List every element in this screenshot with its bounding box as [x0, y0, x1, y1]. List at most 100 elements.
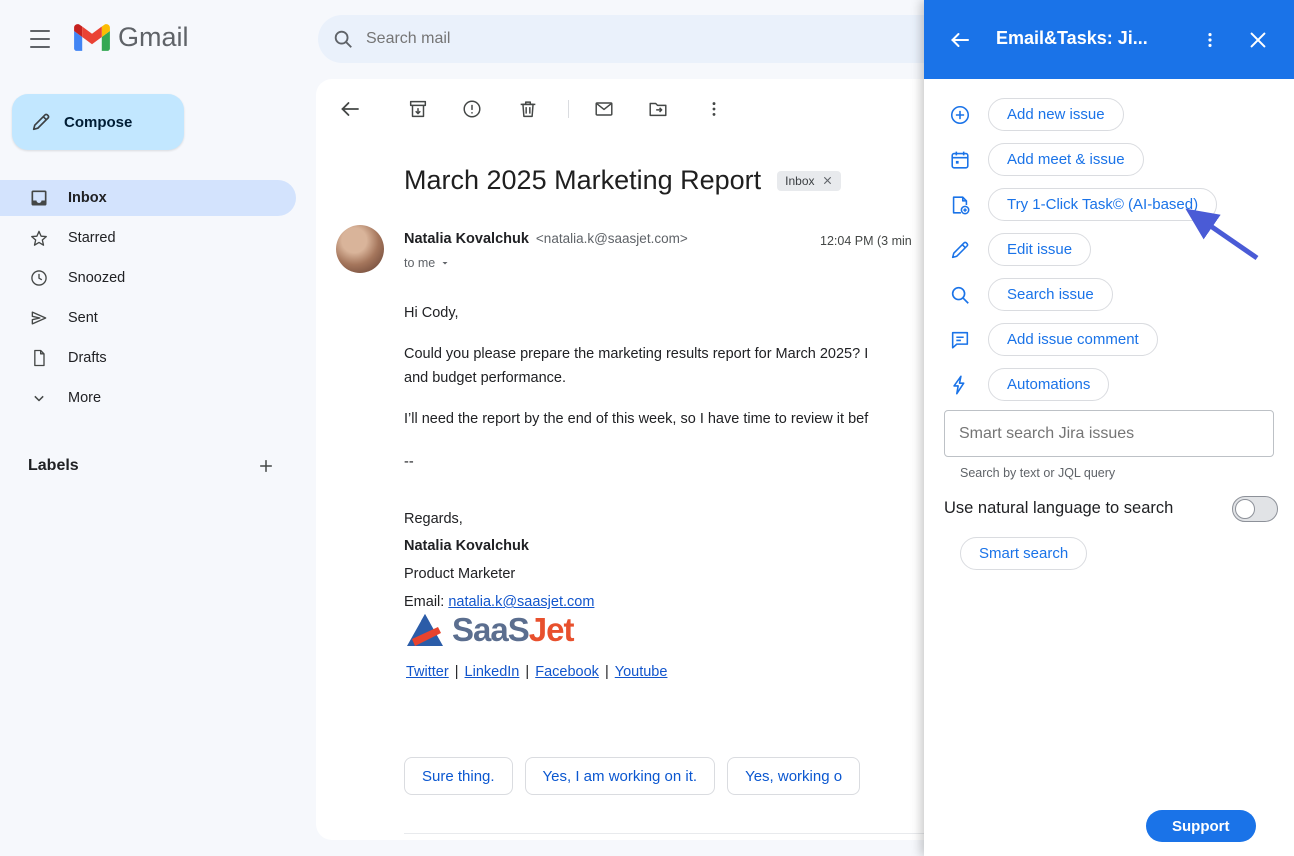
toggle-knob	[1235, 499, 1255, 519]
plus-icon	[256, 456, 276, 476]
signature-email-row: Email: natalia.k@saasjet.com	[404, 594, 594, 610]
gmail-wordmark: Gmail	[118, 22, 189, 53]
draft-icon	[28, 347, 50, 369]
natural-language-label: Use natural language to search	[944, 499, 1173, 518]
panel-close-icon[interactable]	[1244, 26, 1272, 54]
search-helper-text: Search by text or JQL query	[960, 466, 1115, 480]
signature-role: Product Marketer	[404, 566, 515, 582]
support-button[interactable]: Support	[1146, 810, 1256, 842]
gmail-logo: Gmail	[74, 22, 189, 53]
email-subject: March 2025 Marketing Report	[404, 165, 761, 196]
twitter-link[interactable]: Twitter	[406, 664, 449, 680]
sidebar-item-label: Snoozed	[68, 270, 125, 286]
search-bar[interactable]	[318, 15, 958, 63]
smart-reply-chip[interactable]: Yes, I am working on it.	[525, 757, 716, 795]
sender-avatar[interactable]	[336, 225, 384, 273]
labels-section: Labels	[28, 452, 280, 480]
plus-circle-icon	[948, 103, 972, 127]
link-separator: |	[455, 664, 459, 680]
pencil-icon	[948, 238, 972, 262]
social-links: Twitter | LinkedIn | Facebook | Youtube	[404, 664, 669, 680]
inbox-chip-text: Inbox	[785, 174, 814, 188]
clock-icon	[28, 267, 50, 289]
try-one-click-task-button[interactable]: Try 1-Click Task© (AI-based)	[988, 188, 1217, 221]
compose-button[interactable]: Compose	[12, 94, 184, 150]
natural-language-toggle[interactable]	[1232, 496, 1278, 522]
sidebar-item-snoozed[interactable]: Snoozed	[0, 260, 296, 296]
delete-icon[interactable]	[516, 97, 540, 121]
pencil-icon	[30, 111, 52, 133]
signature-email-link[interactable]: natalia.k@saasjet.com	[448, 594, 594, 610]
smart-reply-chip[interactable]: Sure thing.	[404, 757, 513, 795]
sidebar-item-sent[interactable]: Sent	[0, 300, 296, 336]
search-icon	[948, 283, 972, 307]
facebook-link[interactable]: Facebook	[535, 664, 599, 680]
sidebar-item-label: Drafts	[68, 350, 107, 366]
panel-header: Email&Tasks: Ji...	[924, 0, 1294, 79]
signature-name: Natalia Kovalchuk	[404, 538, 529, 554]
sidebar-item-starred[interactable]: Starred	[0, 220, 296, 256]
gmail-m-icon	[74, 24, 110, 51]
add-label-button[interactable]	[252, 452, 280, 480]
search-issue-button[interactable]: Search issue	[988, 278, 1113, 311]
archive-icon[interactable]	[406, 97, 430, 121]
sender-name: Natalia Kovalchuk	[404, 231, 529, 247]
sidebar-item-label: Starred	[68, 230, 116, 246]
gmail-app: Gmail Compose Inbox Starred	[0, 0, 1294, 856]
task-add-icon	[948, 193, 972, 217]
smart-reply-chip[interactable]: Yes, working o	[727, 757, 860, 795]
sidebar-item-label: Inbox	[68, 190, 107, 206]
move-to-icon[interactable]	[646, 97, 670, 121]
brand-saas: SaaS	[452, 611, 529, 648]
brand-jet: Jet	[529, 611, 574, 648]
panel-back-icon[interactable]	[946, 26, 974, 54]
add-new-issue-button[interactable]: Add new issue	[988, 98, 1124, 131]
sender-email: <natalia.k@saasjet.com>	[536, 231, 688, 246]
search-input[interactable]	[366, 30, 846, 48]
email-label: Email:	[404, 594, 444, 610]
send-icon	[28, 307, 50, 329]
more-options-icon[interactable]	[702, 97, 726, 121]
back-icon[interactable]	[338, 97, 362, 121]
sidebar-item-drafts[interactable]: Drafts	[0, 340, 296, 376]
body-paragraph: and budget performance.	[404, 370, 566, 386]
saasjet-logo: SaaSJet	[404, 611, 573, 649]
sidebar-item-label: More	[68, 390, 101, 406]
linkedin-link[interactable]: LinkedIn	[465, 664, 520, 680]
action-row: Add new issue	[924, 92, 1294, 137]
action-row: Try 1-Click Task© (AI-based)	[924, 182, 1294, 227]
automations-button[interactable]: Automations	[988, 368, 1109, 401]
body-paragraph: I’ll need the report by the end of this …	[404, 411, 868, 427]
youtube-link[interactable]: Youtube	[615, 664, 668, 680]
sidebar-item-inbox[interactable]: Inbox	[0, 180, 296, 216]
labels-header: Labels	[28, 457, 79, 475]
smart-search-button[interactable]: Smart search	[960, 537, 1087, 570]
jira-search-input[interactable]	[944, 410, 1274, 457]
calendar-icon	[948, 148, 972, 172]
sidebar-item-label: Sent	[68, 310, 98, 326]
link-separator: |	[525, 664, 529, 680]
body-paragraph: Could you please prepare the marketing r…	[404, 346, 868, 362]
add-meet-issue-button[interactable]: Add meet & issue	[988, 143, 1144, 176]
body-greeting: Hi Cody,	[404, 305, 459, 321]
compose-label: Compose	[64, 114, 132, 131]
inbox-label-chip[interactable]: Inbox	[777, 171, 840, 191]
to-me-label: to me	[404, 256, 435, 270]
report-spam-icon[interactable]	[460, 97, 484, 121]
chip-close-icon[interactable]	[822, 175, 833, 186]
recipient-toggle[interactable]: to me	[404, 256, 451, 270]
action-row: Add meet & issue	[924, 137, 1294, 182]
hamburger-menu-icon[interactable]	[26, 27, 54, 51]
add-issue-comment-button[interactable]: Add issue comment	[988, 323, 1158, 356]
chevron-down-icon	[28, 387, 50, 409]
panel-title: Email&Tasks: Ji...	[996, 28, 1148, 49]
edit-issue-button[interactable]: Edit issue	[988, 233, 1091, 266]
panel-menu-icon[interactable]	[1196, 26, 1224, 54]
sidebar-item-more[interactable]: More	[0, 380, 296, 416]
inbox-icon	[28, 187, 50, 209]
saasjet-mark-icon	[404, 611, 446, 649]
comment-icon	[948, 328, 972, 352]
smart-reply-row: Sure thing. Yes, I am working on it. Yes…	[404, 757, 860, 795]
toolbar-divider	[568, 100, 569, 118]
mark-unread-icon[interactable]	[592, 97, 616, 121]
